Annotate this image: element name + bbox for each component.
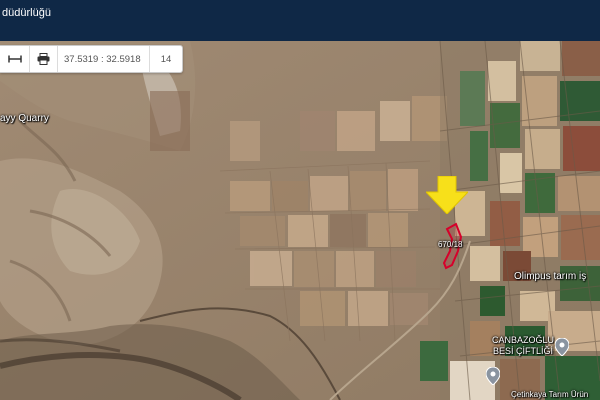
canbazoglu-line2: BESİ ÇİFTLİĞİ: [493, 346, 554, 356]
place-pin-icon[interactable]: [555, 338, 569, 356]
map-label-parcel-number: 670/18: [438, 240, 463, 249]
map-label-quarry: ayy Quarry: [0, 113, 49, 124]
app-header: düdürlüğü: [0, 0, 600, 41]
measure-button[interactable]: [0, 46, 30, 72]
satellite-map[interactable]: ayy Quarry 670/18 Olimpus tarım iş CANBA…: [0, 41, 600, 400]
place-pin-icon[interactable]: [486, 367, 500, 385]
map-label-canbazoglu: CANBAZOĞLU BESİ ÇİFTLİĞİ: [492, 335, 554, 357]
map-label-olimpus: Olimpus tarım iş: [514, 271, 587, 282]
print-icon: [37, 53, 50, 65]
coordinates-readout: 37.5319 : 32.5918: [58, 46, 150, 72]
arrow-down-marker-icon: [426, 176, 468, 214]
header-title: düdürlüğü: [2, 7, 51, 19]
canbazoglu-line1: CANBAZOĞLU: [492, 335, 555, 345]
print-button[interactable]: [30, 46, 58, 72]
map-toolbar: 37.5319 : 32.5918 14: [0, 45, 183, 73]
zoom-level: 14: [160, 53, 172, 65]
measure-icon: [7, 55, 22, 63]
map-label-cetinkaya: Çetinkaya Tarım Ürün: [511, 390, 589, 399]
